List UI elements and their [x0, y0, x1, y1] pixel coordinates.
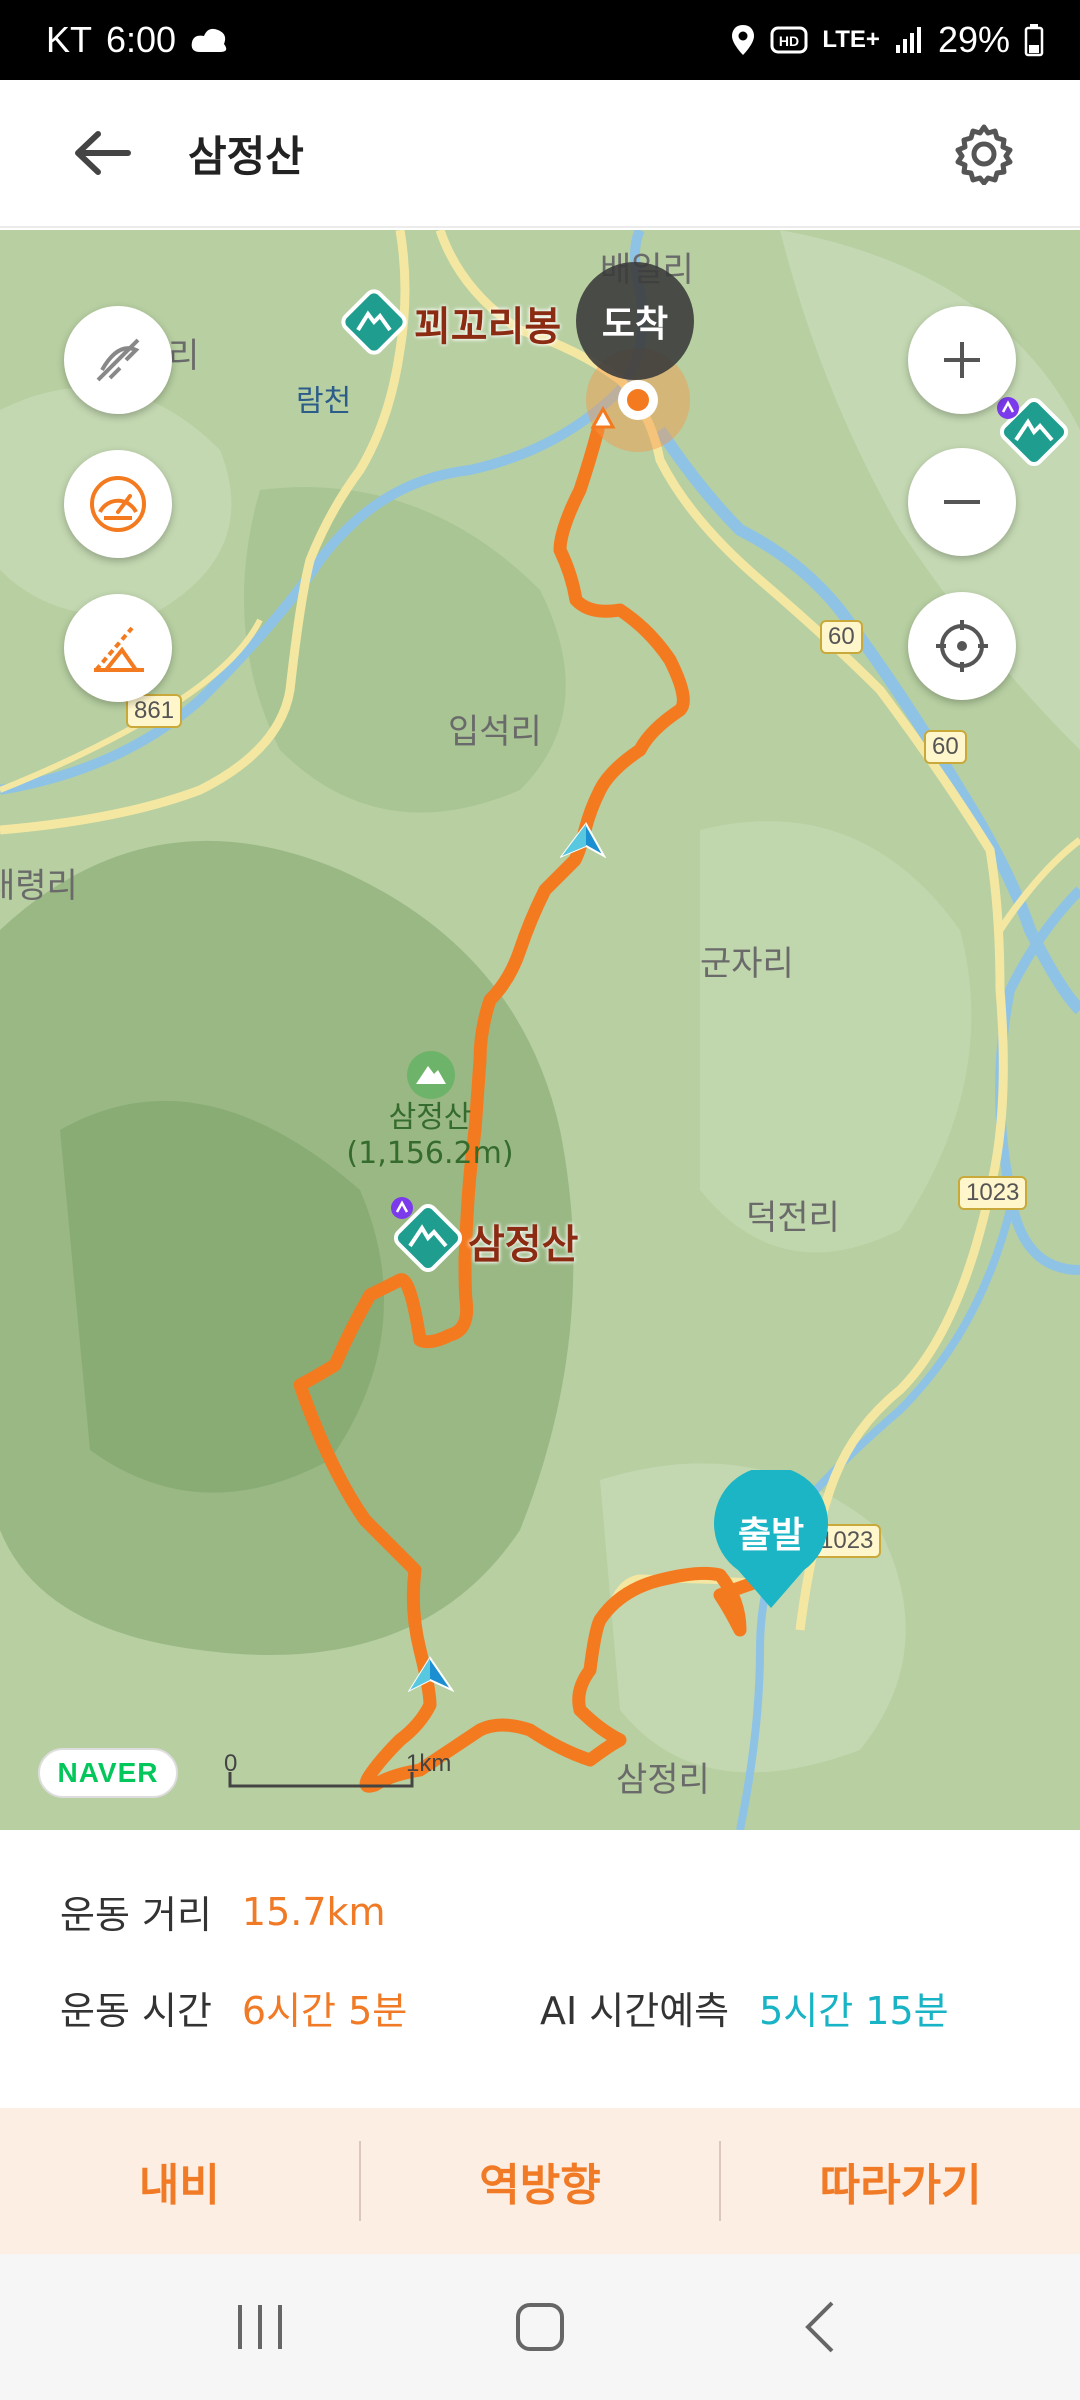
svg-text:HD: HD — [779, 33, 799, 49]
hd-icon: HD — [770, 25, 808, 55]
distance-row: 운동 거리 15.7km — [60, 1884, 386, 1939]
time-row: 운동 시간 6시간 5분 — [60, 1980, 407, 2035]
zoom-in-icon — [944, 342, 980, 378]
action-bar: 내비 역방향 따라가기 — [0, 2108, 1080, 2254]
place-label: 대령리 — [0, 866, 78, 906]
time-value: 6시간 5분 — [241, 1989, 408, 2033]
battery-icon — [1024, 23, 1044, 57]
poi-label: 삼정산 — [468, 1222, 579, 1268]
place-label: 덕전리 — [746, 1198, 840, 1238]
peak-elevation: (1,156.2m) — [346, 1136, 514, 1171]
recent-apps-icon — [238, 2305, 282, 2349]
locate-button[interactable] — [908, 592, 1016, 700]
naver-logo: NAVER — [38, 1748, 178, 1798]
ai-time-row: AI 시간예측 5시간 15분 — [540, 1980, 949, 2035]
settings-button[interactable] — [938, 108, 1030, 200]
elevation-icon — [94, 626, 144, 672]
home-button[interactable] — [480, 2277, 600, 2377]
reverse-button[interactable]: 역방향 — [361, 2108, 720, 2254]
place-label: 삼정리 — [616, 1760, 710, 1800]
battery-percent: 29% — [937, 19, 1010, 60]
ai-time-label: AI 시간예측 — [540, 1989, 730, 2033]
direction-arrow-icon — [407, 1654, 455, 1698]
app-header: 삼정산 — [0, 80, 1080, 228]
signal-icon — [894, 25, 924, 55]
back-arrow-icon — [75, 131, 131, 175]
navi-button[interactable]: 내비 — [0, 2108, 359, 2254]
direction-arrow-icon — [559, 820, 607, 864]
place-label: 리 — [168, 336, 200, 376]
status-left: KT 6:00 — [46, 19, 230, 61]
start-marker-label: 출발 — [737, 1515, 805, 1556]
zoom-out-button[interactable] — [908, 448, 1016, 556]
zoom-out-icon — [944, 500, 980, 504]
place-label: 입석리 — [448, 712, 542, 752]
road-number: 60 — [924, 730, 967, 764]
road-number: 60 — [820, 620, 863, 654]
elevation-button[interactable] — [64, 594, 172, 702]
poi-label: 꾀꼬리봉 — [414, 304, 562, 350]
home-icon — [516, 2303, 564, 2351]
peak-label: 삼정산 (1,156.2m) — [340, 1100, 520, 1172]
zoom-in-button[interactable] — [908, 306, 1016, 414]
route-info-panel: 운동 거리 15.7km 운동 시간 6시간 5분 AI 시간예측 5시간 15… — [0, 1832, 1080, 2108]
route-toggle-button[interactable] — [64, 306, 172, 414]
distance-label: 운동 거리 — [60, 1893, 212, 1937]
map-view[interactable]: 배일리 람천 입석리 군자리 덕전리 삼정리 대령리 리 861 60 60 1… — [0, 230, 1080, 1830]
peak-name: 삼정산 — [388, 1100, 472, 1135]
badge-icon — [390, 1196, 414, 1224]
location-icon — [730, 23, 756, 57]
place-label: 군자리 — [700, 944, 794, 984]
back-icon — [805, 2301, 834, 2353]
ai-time-value: 5시간 15분 — [759, 1989, 949, 2033]
scale-bar — [228, 1772, 414, 1788]
route-off-icon — [96, 338, 140, 382]
arrival-marker[interactable]: 도착 — [576, 262, 694, 380]
clock: 6:00 — [106, 19, 177, 60]
status-right: HD LTE+ 29% — [730, 19, 1044, 61]
recent-apps-button[interactable] — [200, 2277, 320, 2377]
locate-icon — [936, 620, 988, 672]
start-flag-icon — [590, 405, 616, 434]
distance-value: 15.7km — [241, 1889, 386, 1934]
system-nav-bar — [0, 2254, 1080, 2400]
nav-back-button[interactable] — [760, 2277, 880, 2377]
status-bar: KT 6:00 HD LTE+ 29% — [0, 0, 1080, 80]
page-title: 삼정산 — [188, 131, 304, 181]
mountain-poi-icon[interactable] — [336, 284, 412, 364]
badge-icon — [996, 396, 1020, 424]
target-dot-icon — [618, 380, 658, 420]
cloud-icon — [190, 24, 230, 56]
peak-icon — [406, 1050, 456, 1104]
river-label: 람천 — [296, 384, 352, 419]
follow-button[interactable]: 따라가기 — [721, 2108, 1080, 2254]
speed-button[interactable] — [64, 450, 172, 558]
back-button[interactable] — [56, 107, 148, 199]
scale-unit-label: 1km — [406, 1750, 452, 1777]
speed-gauge-icon — [90, 476, 146, 532]
road-number: 1023 — [958, 1176, 1028, 1210]
time-label: 운동 시간 — [60, 1989, 212, 2033]
carrier-label: KT — [46, 19, 93, 60]
lte-icon: LTE+ — [822, 26, 880, 53]
gear-icon — [955, 124, 1013, 185]
